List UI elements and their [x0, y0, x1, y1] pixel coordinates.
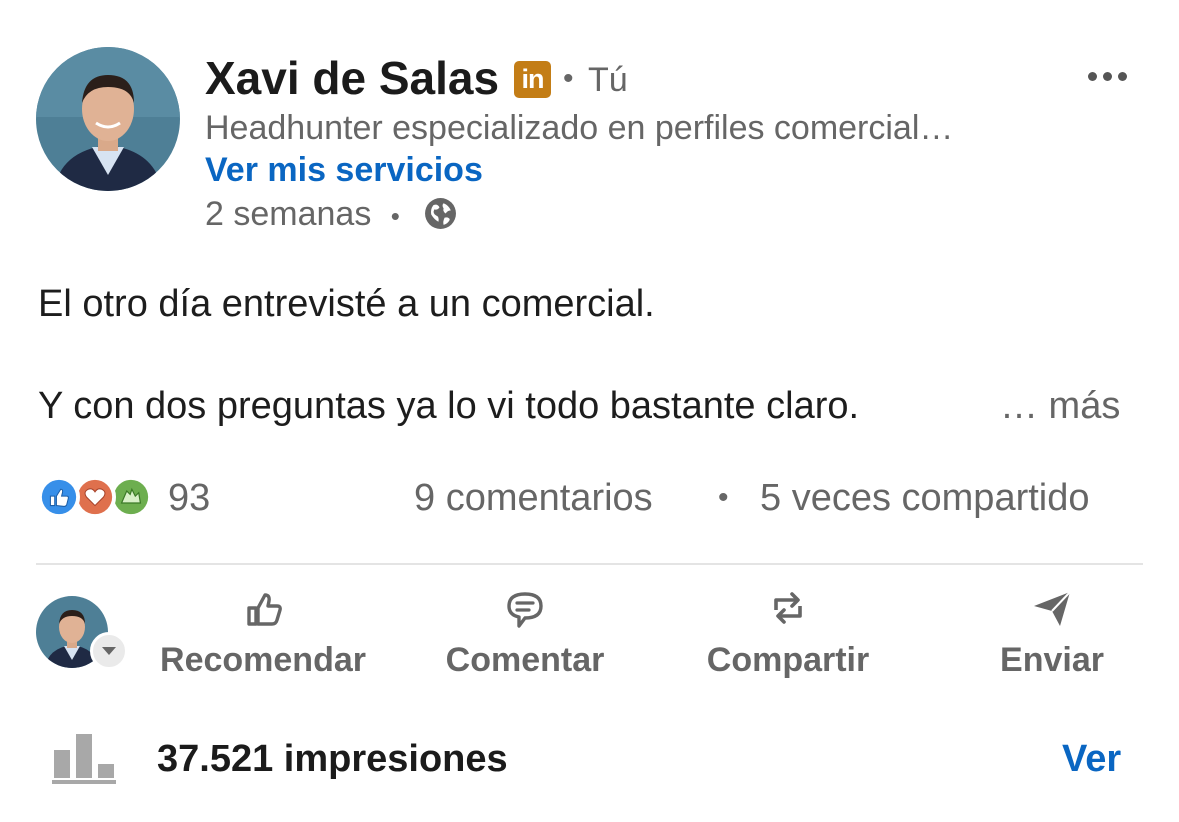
ellipsis-icon: [1102, 71, 1112, 81]
recommend-label: Recomendar: [160, 641, 366, 679]
separator-dot: •: [563, 62, 574, 95]
more-options-button[interactable]: [1082, 58, 1132, 94]
see-more-link[interactable]: … más: [1000, 383, 1120, 429]
actor-switch-button[interactable]: [90, 632, 128, 670]
services-link[interactable]: Ver mis servicios: [205, 150, 483, 190]
view-analytics-link[interactable]: Ver: [1062, 736, 1121, 782]
comments-count[interactable]: 9 comentarios: [414, 476, 653, 520]
author-name[interactable]: Xavi de Salas: [205, 50, 499, 106]
post-text-line-2: Y con dos preguntas ya lo vi todo bastan…: [38, 385, 860, 427]
divider: [36, 563, 1143, 565]
linkedin-icon: in: [514, 61, 551, 98]
reaction-count[interactable]: 93: [168, 476, 210, 520]
bar-chart-icon: [52, 734, 116, 784]
post-time: 2 semanas •: [205, 194, 400, 236]
thumbs-up-icon: [247, 593, 282, 626]
author-headline: Headhunter especializado en perfiles com…: [205, 109, 954, 147]
like-icon: [38, 476, 80, 518]
comment-button[interactable]: Comentar: [430, 586, 620, 682]
send-icon: [1034, 591, 1071, 626]
repost-icon: [774, 592, 802, 624]
recommend-button[interactable]: Recomendar: [150, 586, 376, 682]
comment-icon: [507, 592, 543, 628]
globe-icon: [425, 198, 456, 229]
celebrate-icon: [110, 476, 152, 518]
share-label: Compartir: [706, 641, 870, 679]
love-icon: [74, 476, 116, 518]
comment-label: Comentar: [445, 641, 605, 679]
time-separator: •: [390, 201, 400, 231]
ellipsis-icon: [1087, 71, 1097, 81]
author-relation: Tú: [588, 61, 628, 99]
reactions-summary[interactable]: [38, 476, 158, 520]
shares-count[interactable]: 5 veces compartido: [760, 476, 1090, 520]
impressions-count: 37.521 impresiones: [157, 738, 508, 780]
send-label: Enviar: [1000, 641, 1104, 679]
share-button[interactable]: Compartir: [690, 586, 886, 682]
chevron-down-icon: [102, 647, 116, 655]
send-button[interactable]: Enviar: [982, 586, 1122, 682]
ellipsis-icon: [1117, 71, 1127, 81]
post-time-text: 2 semanas: [205, 195, 372, 233]
stats-separator: •: [718, 481, 729, 514]
post-text-line-1: El otro día entrevisté a un comercial.: [38, 283, 655, 325]
author-avatar[interactable]: [36, 47, 180, 191]
